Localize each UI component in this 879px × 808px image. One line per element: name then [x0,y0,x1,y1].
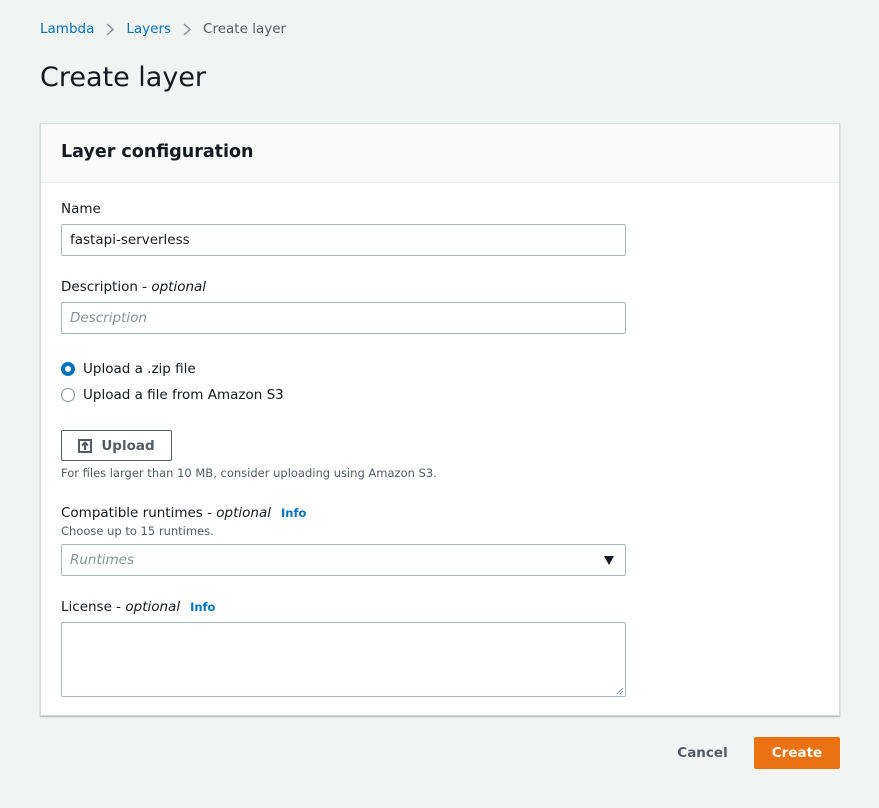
license-textarea[interactable] [61,622,626,697]
radio-unchecked-icon[interactable] [61,388,75,402]
name-label: Name [61,201,101,217]
breadcrumb: Lambda Layers Create layer [40,20,286,38]
license-info-link[interactable]: Info [190,600,215,614]
upload-button[interactable]: Upload [61,430,172,461]
breadcrumb-current: Create layer [203,21,287,37]
license-label: License - optional Info [61,599,215,615]
upload-hint: For files larger than 10 MB, consider up… [61,466,437,480]
page-title: Create layer [40,62,207,93]
runtimes-label: Compatible runtimes - optional Info [61,505,306,521]
cancel-button[interactable]: Cancel [664,737,741,769]
radio-upload-s3-label: Upload a file from Amazon S3 [83,387,284,403]
breadcrumb-lambda[interactable]: Lambda [40,21,94,37]
radio-upload-s3[interactable]: Upload a file from Amazon S3 [61,387,284,403]
runtimes-hint: Choose up to 15 runtimes. [61,524,214,538]
optional-text: optional [151,279,207,295]
description-label-text: Description - [61,279,152,295]
runtimes-label-text: Compatible runtimes - [61,505,217,521]
license-label-text: License - [61,599,126,615]
resize-grip-icon[interactable] [616,687,624,695]
breadcrumb-layers[interactable]: Layers [126,21,171,37]
optional-text: optional [125,599,181,615]
optional-text: optional [216,505,272,521]
radio-checked-icon[interactable] [61,362,75,376]
runtimes-placeholder: Runtimes [70,552,135,568]
description-label: Description - optional [61,279,206,295]
panel-header: Layer configuration [41,124,839,183]
upload-button-label: Upload [101,437,155,454]
create-button[interactable]: Create [754,737,840,769]
radio-upload-zip-label: Upload a .zip file [83,361,196,377]
description-placeholder: Description [70,310,147,326]
radio-upload-zip[interactable]: Upload a .zip file [61,361,196,377]
chevron-right-icon [183,22,192,36]
name-field[interactable]: fastapi-serverless [61,224,626,256]
panel-title: Layer configuration [61,142,254,162]
layer-configuration-panel: Layer configuration Name fastapi-serverl… [40,123,840,716]
runtimes-select[interactable]: Runtimes [61,544,626,576]
description-field[interactable]: Description [61,302,626,334]
upload-icon [78,438,93,453]
chevron-right-icon [106,22,115,36]
caret-down-icon [604,556,614,565]
runtimes-info-link[interactable]: Info [281,506,306,520]
